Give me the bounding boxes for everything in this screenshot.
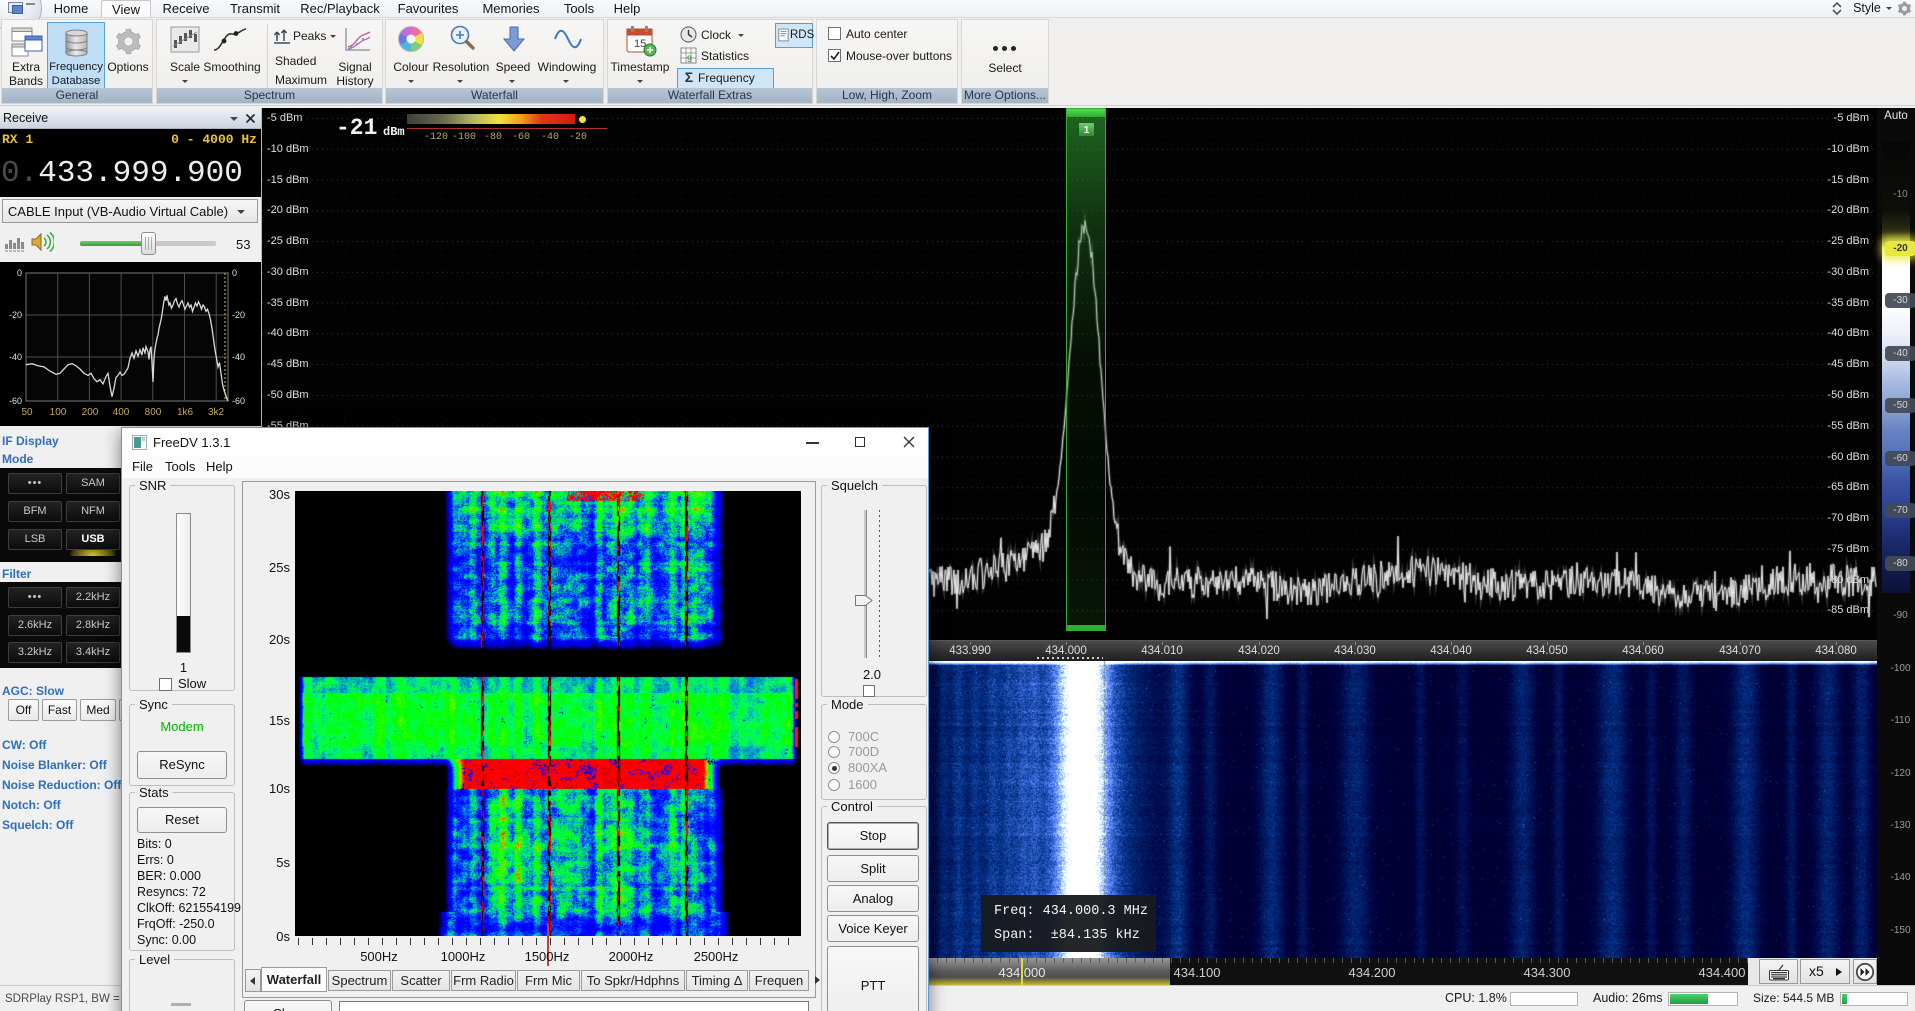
svg-text:-60: -60 — [9, 396, 22, 406]
svg-text:50: 50 — [21, 407, 33, 418]
svg-text:-40: -40 — [9, 352, 22, 362]
svg-text:800: 800 — [145, 407, 162, 418]
svg-text:-20: -20 — [232, 310, 245, 320]
svg-text:0: 0 — [232, 268, 237, 278]
svg-text:0: 0 — [17, 268, 22, 278]
svg-text:-40: -40 — [232, 352, 245, 362]
svg-text:200: 200 — [82, 407, 99, 418]
svg-text:400: 400 — [113, 407, 130, 418]
svg-text:9: 9 — [687, 54, 692, 64]
svg-text:100: 100 — [50, 407, 67, 418]
svg-text:-20: -20 — [9, 310, 22, 320]
svg-text:3k2: 3k2 — [208, 407, 225, 418]
svg-text:-60: -60 — [232, 396, 245, 406]
svg-text:1k6: 1k6 — [177, 407, 194, 418]
